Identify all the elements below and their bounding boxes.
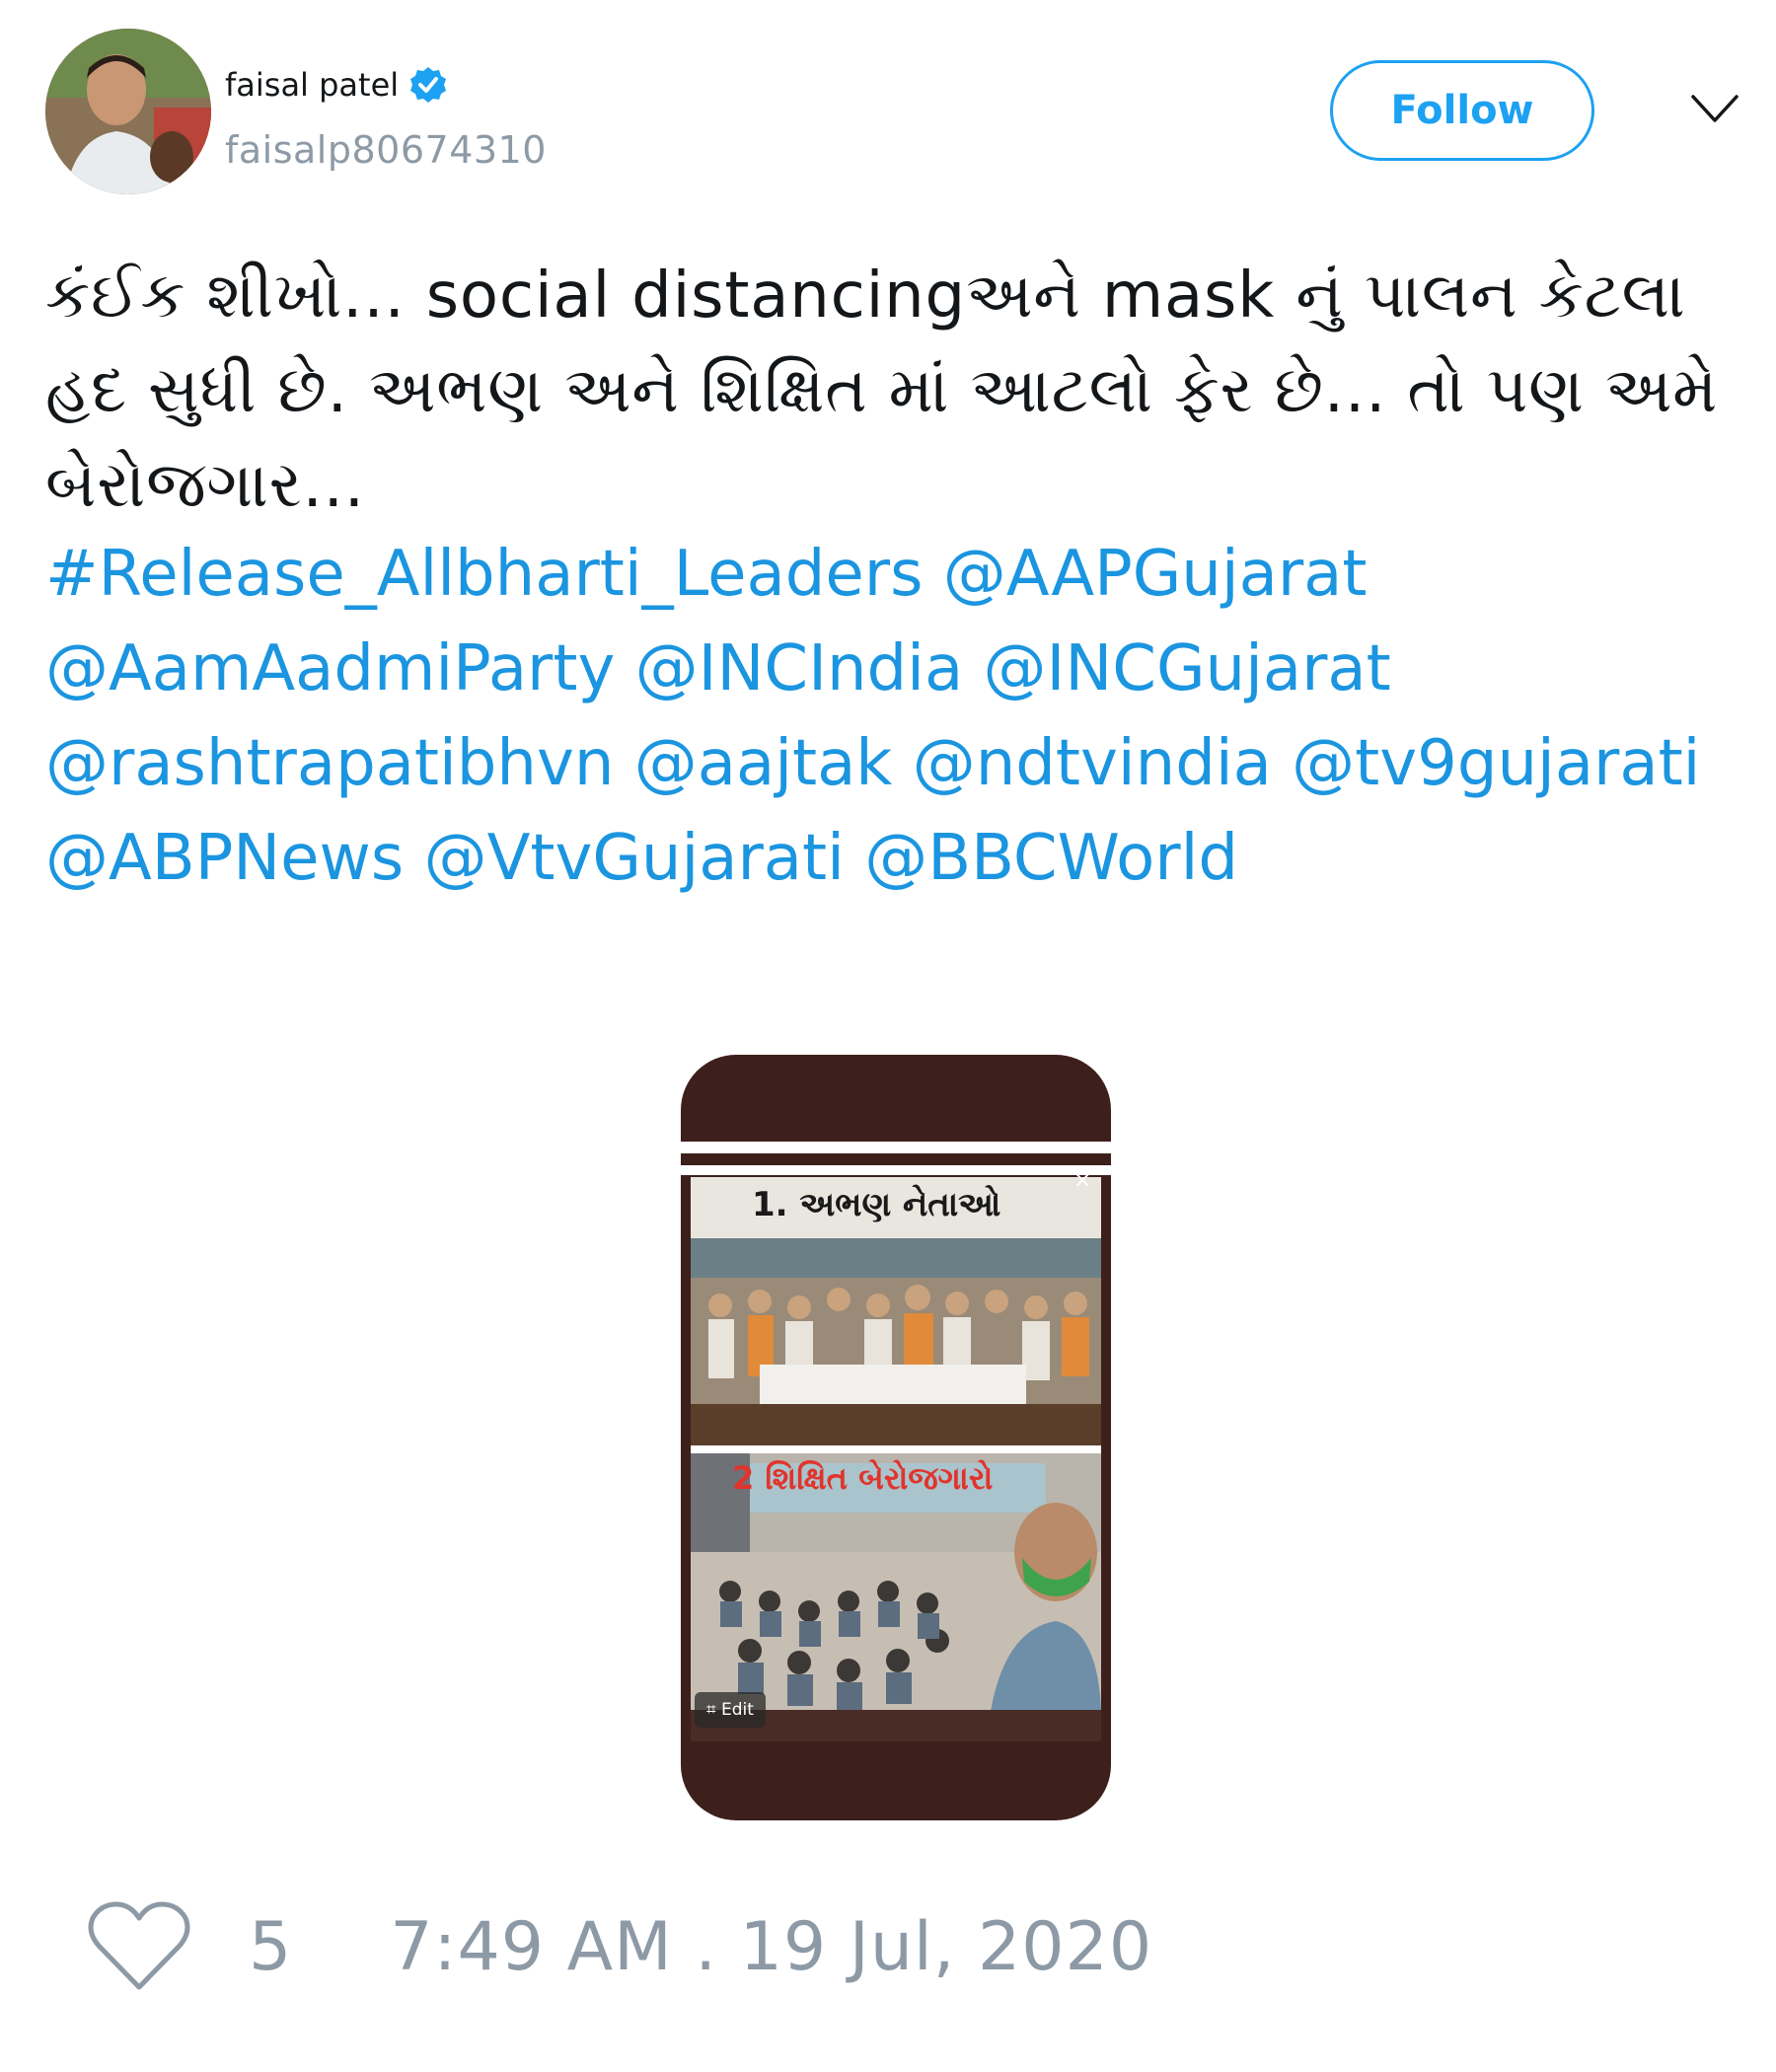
mention-link[interactable]: @AamAadmiParty bbox=[45, 632, 615, 705]
close-icon: × bbox=[1073, 1168, 1092, 1193]
tweet-media[interactable]: 1. અભણ નેતાઓ 2 શિક્ષિત બેરોજગારો × ⌗ Edi… bbox=[681, 1055, 1111, 1820]
mention-link[interactable]: @VtvGujarati bbox=[424, 822, 845, 895]
display-name[interactable]: faisal patel bbox=[225, 65, 448, 105]
author-handle[interactable]: faisalp80674310 bbox=[225, 128, 547, 172]
media-caption-bottom: 2 શિક્ષિત બેરોજગારો bbox=[732, 1459, 994, 1497]
media-divider bbox=[681, 1165, 1111, 1175]
follow-button[interactable]: Follow bbox=[1330, 60, 1594, 161]
tweet-text: કંઈક શીખો... social distancingઅને mask ન… bbox=[45, 259, 1719, 522]
mention-link[interactable]: @rashtrapatibhvn bbox=[45, 727, 614, 800]
like-count: 5 bbox=[249, 1907, 292, 1986]
tweet-timestamp[interactable]: 7:49 AM . 19 Jul, 2020 bbox=[390, 1908, 1152, 1986]
media-divider bbox=[681, 1142, 1111, 1153]
avatar-image bbox=[45, 29, 211, 194]
mention-link[interactable]: @INCIndia bbox=[635, 632, 964, 705]
crop-icon: ⌗ bbox=[706, 1700, 721, 1720]
verified-badge-icon bbox=[408, 65, 448, 105]
mention-link[interactable]: @INCGujarat bbox=[984, 632, 1391, 705]
tweet-footer: 5 7:49 AM . 19 Jul, 2020 bbox=[87, 1892, 1152, 2001]
mention-link[interactable]: @ndtvindia bbox=[913, 727, 1272, 800]
hashtag-link[interactable]: #Release_Allbharti_Leaders bbox=[45, 538, 923, 611]
mention-link[interactable]: @tv9gujarati bbox=[1292, 727, 1700, 800]
mention-link[interactable]: @ABPNews bbox=[45, 822, 404, 895]
mention-link[interactable]: @AAPGujarat bbox=[943, 538, 1368, 611]
chevron-down-icon[interactable] bbox=[1689, 91, 1740, 126]
mention-link[interactable]: @BBCWorld bbox=[864, 822, 1238, 895]
mention-link[interactable]: @aajtak bbox=[634, 727, 893, 800]
tweet-tags: #Release_Allbharti_Leaders @AAPGujarat @… bbox=[45, 527, 1742, 906]
avatar[interactable] bbox=[45, 29, 211, 194]
edit-label: Edit bbox=[720, 1700, 754, 1720]
display-name-text: faisal patel bbox=[225, 66, 400, 104]
edit-chip: ⌗ Edit bbox=[695, 1692, 766, 1728]
media-caption-top: 1. અભણ નેતાઓ bbox=[752, 1185, 1001, 1224]
heart-icon[interactable] bbox=[87, 1900, 191, 1993]
